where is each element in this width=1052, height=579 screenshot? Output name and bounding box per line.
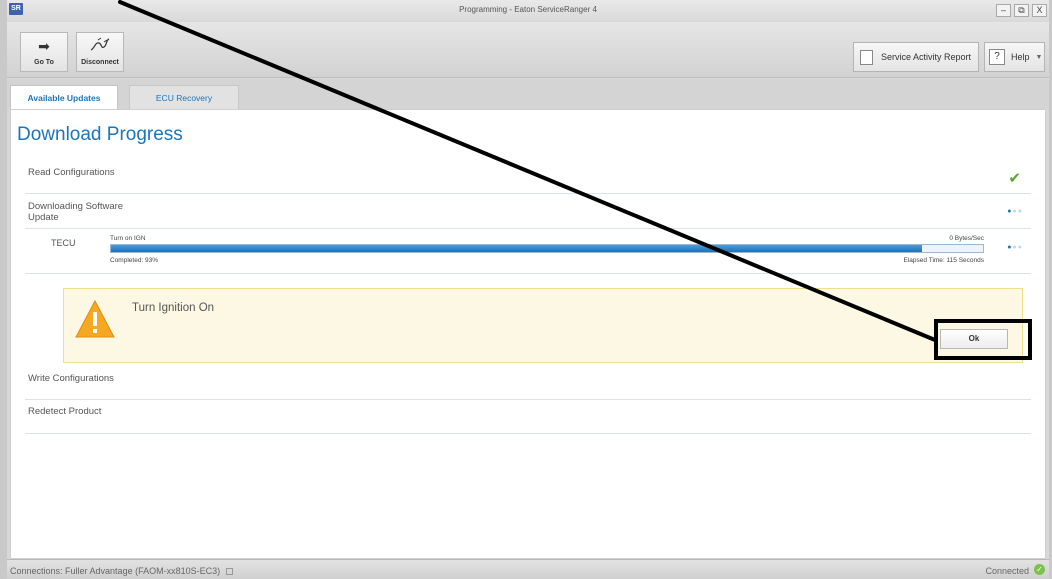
tab-available-updates[interactable]: Available Updates	[10, 85, 118, 109]
connection-text: Connections: Fuller Advantage (FAOM-xx81…	[10, 566, 221, 576]
help-label: Help	[1011, 52, 1030, 62]
service-activity-report-label: Service Activity Report	[881, 52, 972, 62]
step-redetect-product: Redetect Product	[25, 400, 1031, 434]
main-content: Download Progress Read Configurations ✔ …	[10, 109, 1046, 559]
tab-ecu-recovery[interactable]: ECU Recovery	[129, 85, 239, 109]
connection-status: Connections: Fuller Advantage (FAOM-xx81…	[10, 566, 234, 576]
disconnect-label: Disconnect	[81, 59, 119, 66]
disconnect-plug-icon	[77, 36, 123, 56]
title-bar: SR Programming - Eaton ServiceRanger 4 –…	[7, 0, 1049, 22]
window-title: Programming - Eaton ServiceRanger 4	[459, 5, 597, 14]
loading-dots-icon: ●●●	[1007, 244, 1023, 251]
elapsed-time: Elapsed Time: 115 Seconds	[903, 257, 984, 264]
step-label: Write Configurations	[28, 373, 114, 384]
step-read-configurations: Read Configurations ✔	[25, 160, 1031, 194]
ignition-alert: Turn Ignition On Ok	[63, 288, 1023, 363]
alert-message: Turn Ignition On	[132, 302, 215, 314]
ecu-status-text: Turn on IGN	[110, 235, 146, 242]
warning-icon	[75, 299, 115, 338]
document-icon	[860, 49, 873, 65]
ok-button-highlight-box	[934, 319, 1032, 360]
page-title: Download Progress	[17, 124, 183, 145]
ecu-progress-row: TECU Turn on IGN 0 Bytes/Sec Completed: …	[25, 229, 1031, 274]
chevron-down-icon[interactable]: ▼	[1036, 54, 1043, 61]
arrow-right-icon: ➡	[38, 38, 50, 54]
tab-bar: Available Updates ECU Recovery	[7, 79, 1049, 109]
close-button[interactable]: X	[1032, 4, 1047, 17]
transfer-rate: 0 Bytes/Sec	[949, 235, 984, 242]
progress-bar	[110, 244, 984, 253]
go-to-button[interactable]: ➡ Go To	[20, 32, 68, 72]
completed-percent: Completed: 93%	[110, 257, 159, 264]
minimize-button[interactable]: –	[996, 4, 1011, 17]
restore-button[interactable]: ⧉	[1014, 4, 1029, 17]
connection-details-icon[interactable]	[226, 568, 234, 575]
loading-dots-icon: ●●●	[1007, 208, 1023, 215]
step-downloading-software-update: Downloading Software Update ●●●	[25, 194, 1031, 229]
disconnect-button[interactable]: Disconnect	[76, 32, 124, 72]
window-controls: – ⧉ X	[996, 4, 1047, 17]
ecu-name: TECU	[51, 238, 76, 248]
connected-check-icon: ✓	[1034, 564, 1045, 575]
question-icon: ?	[989, 49, 1005, 65]
status-bar: Connections: Fuller Advantage (FAOM-xx81…	[7, 559, 1049, 579]
app-window: SR Programming - Eaton ServiceRanger 4 –…	[0, 0, 1052, 579]
checkmark-icon: ✔	[1008, 170, 1021, 187]
step-label: Downloading Software Update	[28, 201, 124, 223]
step-label: Redetect Product	[28, 406, 102, 417]
step-write-configurations: Write Configurations	[25, 366, 1031, 400]
help-button[interactable]: ? Help ▼	[984, 42, 1045, 72]
service-activity-report-button[interactable]: Service Activity Report	[853, 42, 979, 72]
progress-bar-fill	[111, 245, 922, 252]
step-label: Read Configurations	[28, 167, 115, 178]
go-to-label: Go To	[34, 59, 54, 66]
connected-label: Connected	[985, 566, 1029, 576]
toolbar: ➡ Go To Disconnect Service Activity Repo…	[7, 22, 1049, 78]
